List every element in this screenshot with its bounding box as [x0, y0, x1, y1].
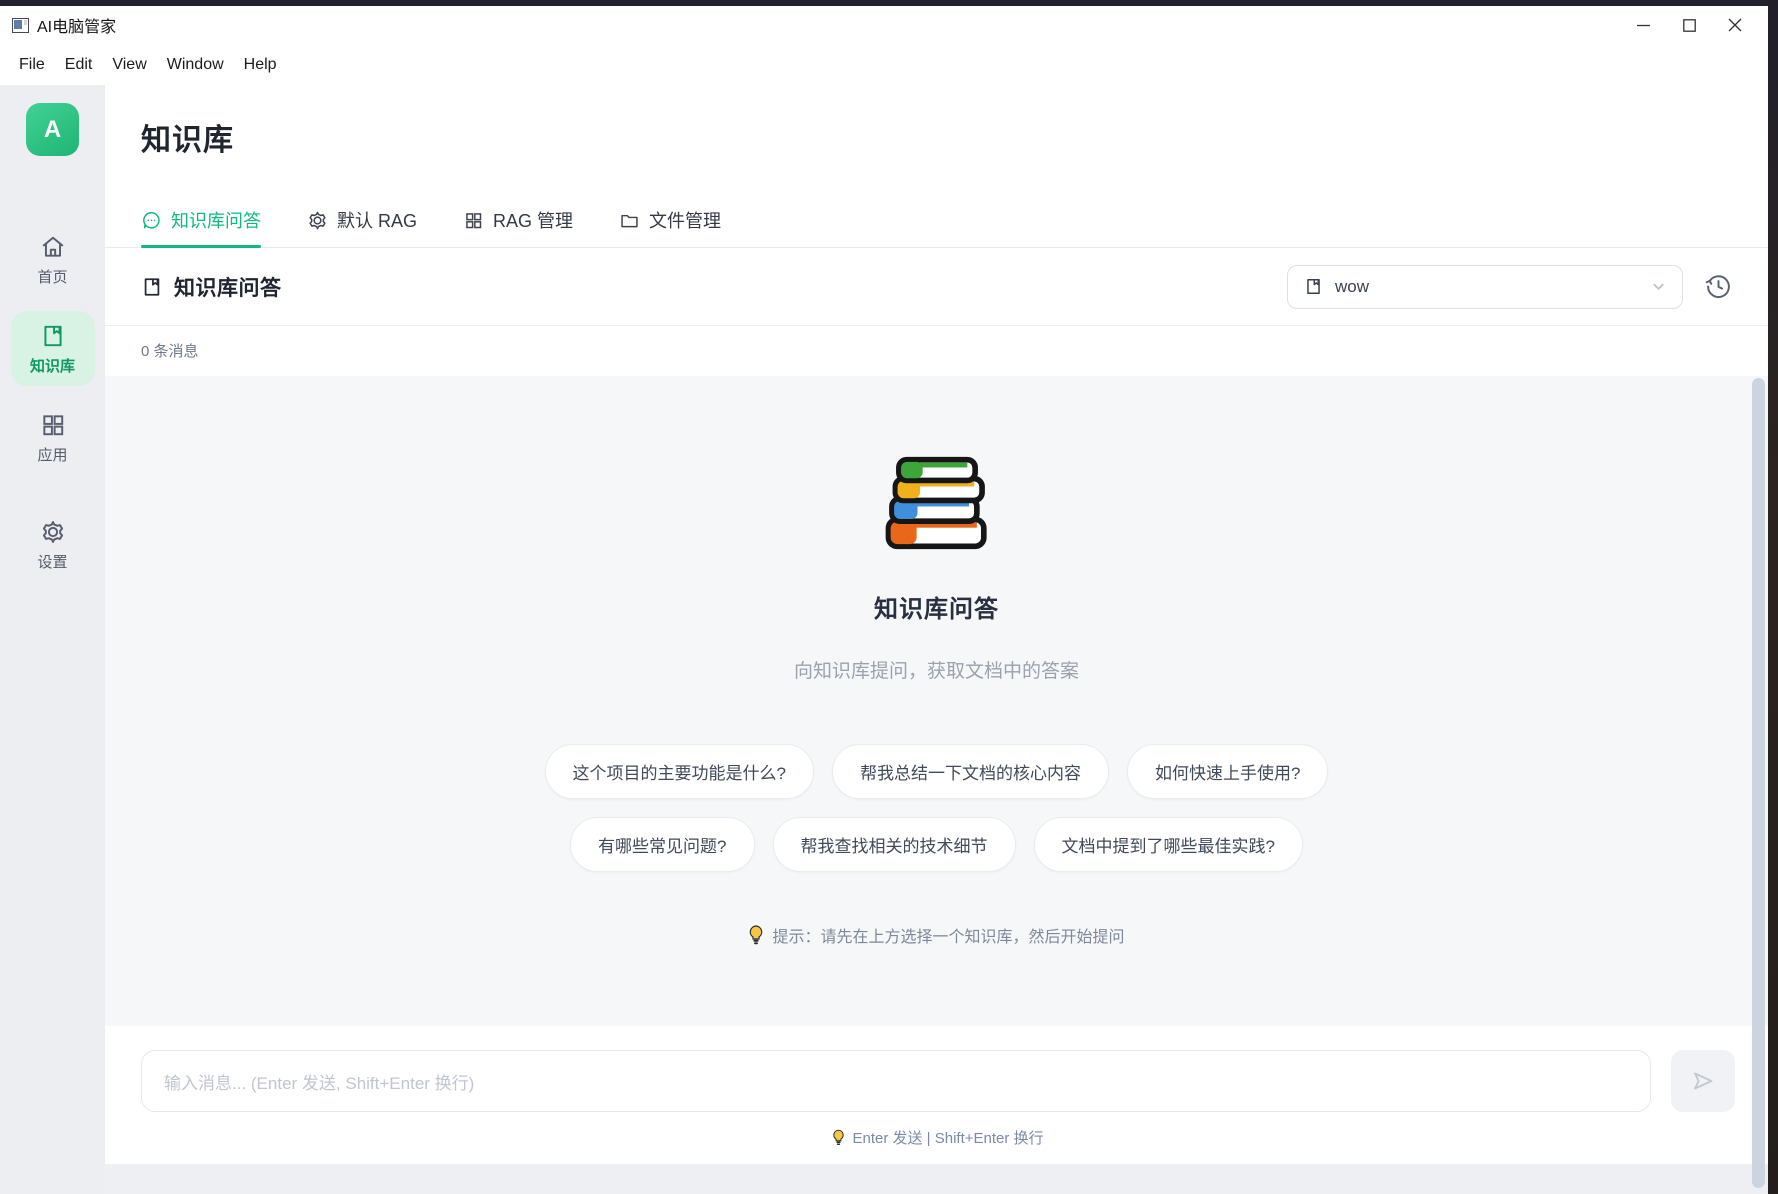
empty-state-title: 知识库问答	[874, 589, 999, 624]
composer: Enter 发送 | Shift+Enter 换行	[105, 1026, 1768, 1164]
lightbulb-icon	[832, 1129, 845, 1146]
tab-default-rag[interactable]: 默认 RAG	[307, 207, 417, 247]
home-icon	[40, 234, 66, 260]
suggestion-chip[interactable]: 这个项目的主要功能是什么?	[545, 744, 814, 799]
menu-edit[interactable]: Edit	[55, 51, 103, 79]
message-count: 0 条消息	[105, 326, 1768, 376]
suggestion-chips: 这个项目的主要功能是什么? 帮我总结一下文档的核心内容 如何快速上手使用? 有哪…	[472, 735, 1402, 881]
tab-rag-manage[interactable]: RAG 管理	[463, 207, 573, 247]
book-icon	[40, 323, 66, 349]
folder-icon	[619, 210, 640, 231]
tab-label: RAG 管理	[493, 207, 573, 233]
sidebar-item-label: 知识库	[30, 355, 75, 376]
tab-file-manage[interactable]: 文件管理	[619, 207, 721, 247]
history-clock-icon	[1705, 273, 1732, 300]
composer-hint: Enter 发送 | Shift+Enter 换行	[141, 1112, 1735, 1164]
sidebar-item-knowledge[interactable]: 知识库	[11, 311, 95, 386]
minimize-button[interactable]	[1620, 8, 1666, 42]
lightbulb-icon	[748, 925, 764, 945]
knowledge-base-select[interactable]: wow	[1287, 265, 1683, 309]
app-icon	[12, 18, 29, 33]
book-icon	[141, 275, 163, 299]
desktop-edge-right	[1768, 0, 1778, 1194]
sidebar: A 首页 知识库 应	[0, 85, 105, 1194]
close-icon	[1728, 18, 1742, 32]
suggestion-chip[interactable]: 帮我查找相关的技术细节	[773, 817, 1016, 872]
grid-icon	[463, 210, 484, 231]
sidebar-item-apps[interactable]: 应用	[11, 400, 95, 475]
page-title: 知识库	[105, 85, 1768, 159]
tab-bar: 知识库问答 默认 RAG RAG 管理	[105, 207, 1768, 248]
bottom-strip	[105, 1164, 1768, 1194]
sidebar-item-home[interactable]: 首页	[11, 222, 95, 297]
scrollbar-thumb[interactable]	[1752, 378, 1765, 1188]
app-window: AI电脑管家 File Edit View Window Help A	[0, 6, 1768, 1194]
history-button[interactable]	[1701, 270, 1735, 304]
window-title: AI电脑管家	[37, 13, 116, 37]
knowledge-base-selected-value: wow	[1335, 277, 1651, 297]
hint-text: Enter 发送 | Shift+Enter 换行	[852, 1127, 1043, 1148]
books-illustration	[885, 455, 989, 551]
menu-window[interactable]: Window	[157, 51, 234, 79]
maximize-button[interactable]	[1666, 8, 1712, 42]
menu-file[interactable]: File	[9, 51, 55, 79]
section-title: 知识库问答	[174, 272, 282, 302]
maximize-icon	[1683, 19, 1696, 32]
gear-icon	[307, 210, 328, 231]
tip-row: 提示：请先在上方选择一个知识库，然后开始提问	[748, 923, 1124, 947]
send-button[interactable]	[1671, 1050, 1735, 1112]
sidebar-item-label: 设置	[37, 551, 67, 572]
sidebar-nav: 首页 知识库 应用	[0, 222, 105, 596]
tab-label: 文件管理	[649, 207, 721, 233]
menu-view[interactable]: View	[102, 51, 156, 79]
empty-state-subtitle: 向知识库提问，获取文档中的答案	[794, 656, 1079, 683]
chevron-down-icon	[1651, 279, 1666, 294]
tip-text: 提示：请先在上方选择一个知识库，然后开始提问	[772, 923, 1124, 947]
apps-icon	[40, 412, 66, 438]
tab-label: 知识库问答	[171, 207, 261, 233]
close-button[interactable]	[1712, 8, 1758, 42]
suggestion-chip[interactable]: 文档中提到了哪些最佳实践?	[1034, 817, 1303, 872]
sidebar-item-label: 首页	[37, 266, 67, 287]
menu-help[interactable]: Help	[234, 51, 287, 79]
gear-icon	[40, 519, 66, 545]
sidebar-item-settings[interactable]: 设置	[11, 507, 95, 582]
book-icon	[1304, 276, 1323, 297]
chat-empty-area: 知识库问答 向知识库提问，获取文档中的答案 这个项目的主要功能是什么? 帮我总结…	[105, 376, 1768, 1026]
section-header: 知识库问答	[141, 272, 282, 302]
tab-label: 默认 RAG	[337, 207, 417, 233]
main-panel: 知识库 知识库问答 默认 RAG	[105, 85, 1768, 1194]
sidebar-item-label: 应用	[37, 444, 67, 465]
suggestion-chip[interactable]: 帮我总结一下文档的核心内容	[832, 744, 1109, 799]
minimize-icon	[1637, 19, 1650, 32]
menu-bar: File Edit View Window Help	[0, 44, 1768, 85]
send-icon	[1690, 1068, 1716, 1094]
section-toolbar: 知识库问答 wow	[105, 248, 1768, 326]
suggestion-chip[interactable]: 有哪些常见问题?	[570, 817, 754, 872]
toolbar-actions: wow	[1287, 265, 1735, 309]
chat-bubble-icon	[141, 210, 162, 231]
tab-kb-qa[interactable]: 知识库问答	[141, 207, 261, 247]
message-input[interactable]	[141, 1050, 1651, 1112]
suggestion-chip[interactable]: 如何快速上手使用?	[1127, 744, 1328, 799]
title-bar: AI电脑管家	[0, 6, 1768, 44]
avatar[interactable]: A	[26, 103, 79, 156]
